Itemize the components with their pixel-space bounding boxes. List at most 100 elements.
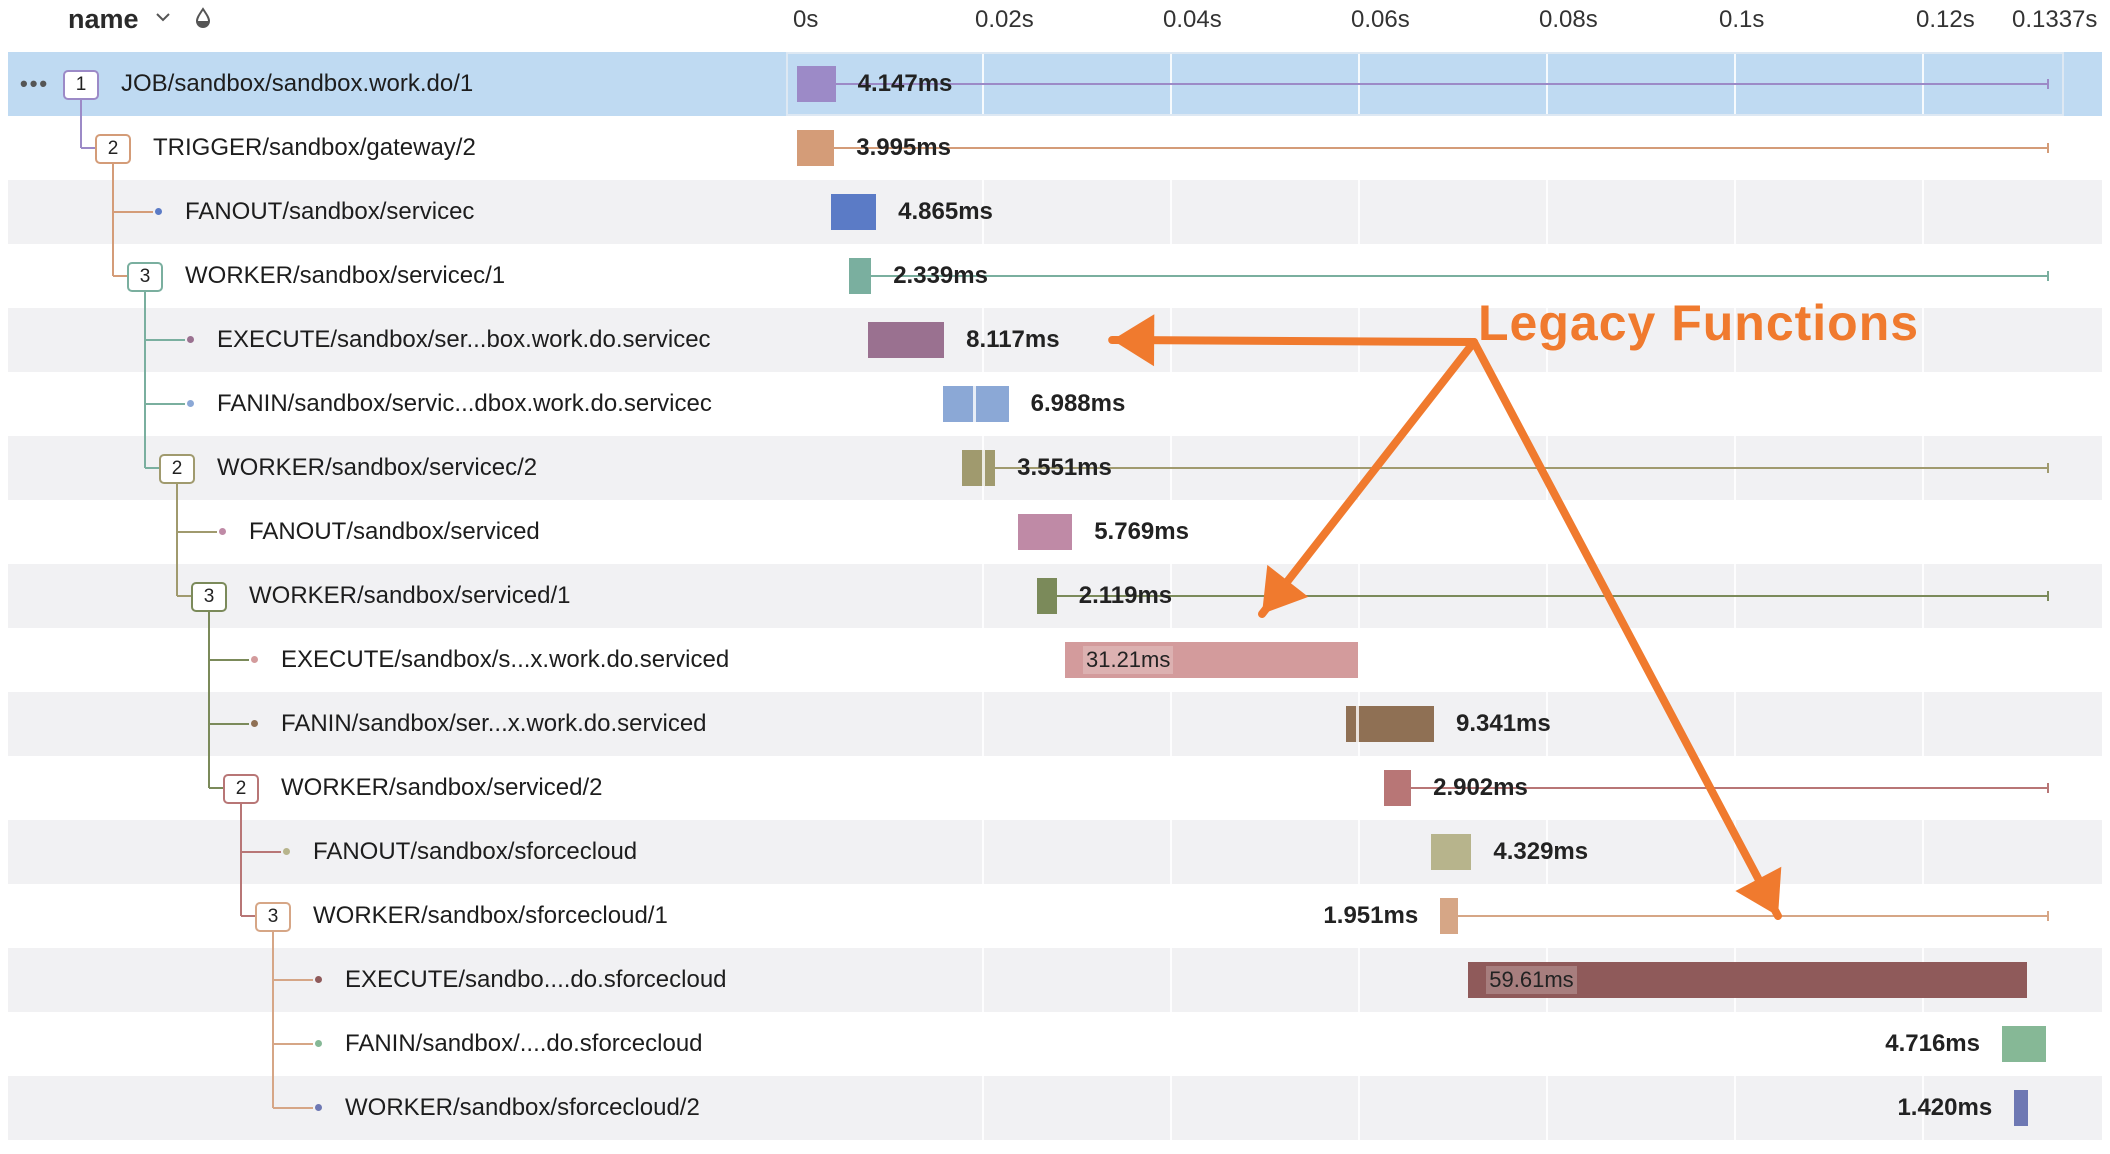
span-duration-label: 4.329ms — [1493, 838, 1589, 865]
span-name[interactable]: JOB/sandbox/sandbox.work.do/1 — [121, 52, 473, 116]
span-duration-label: 31.21ms — [1082, 646, 1174, 674]
span-duration-label: 1.951ms — [1323, 902, 1419, 929]
span-extent-cap — [2047, 591, 2049, 601]
child-count-badge[interactable]: 2 — [159, 454, 195, 484]
span-duration-bar[interactable] — [2001, 1026, 2047, 1062]
span-duration-bar[interactable] — [1346, 706, 1434, 742]
span-duration-bar[interactable] — [1430, 834, 1472, 870]
span-name[interactable]: EXECUTE/sandbox/s...x.work.do.serviced — [281, 628, 729, 692]
span-duration-bar[interactable] — [961, 450, 996, 486]
span-duration-label: 5.769ms — [1094, 518, 1189, 545]
span-name[interactable]: FANOUT/sandbox/serviced — [249, 500, 540, 564]
span-name[interactable]: WORKER/sandbox/servicec/2 — [217, 436, 537, 500]
span-name[interactable]: FANOUT/sandbox/servicec — [185, 180, 474, 244]
span-name[interactable]: WORKER/sandbox/sforcecloud/2 — [345, 1076, 700, 1140]
leaf-dot-icon — [219, 528, 226, 535]
span-extent-line — [1056, 595, 2047, 597]
span-duration-bar[interactable] — [1383, 770, 1412, 806]
span-extent-cap — [2047, 463, 2049, 473]
trace-row[interactable]: FANOUT/sandbox/servicec — [8, 180, 2102, 244]
tree-cell: 2 WORKER/sandbox/serviced/2 — [8, 756, 786, 820]
span-name[interactable]: EXECUTE/sandbo....do.sforcecloud — [345, 948, 727, 1012]
span-duration-label: 8.117ms — [966, 326, 1060, 353]
time-tick-label: 0.1s — [1719, 6, 1765, 33]
time-tick-label: 0.08s — [1539, 6, 1598, 33]
leaf-dot-icon — [315, 1040, 322, 1047]
span-duration-bar[interactable] — [849, 258, 872, 294]
span-duration-bar[interactable] — [1440, 898, 1459, 934]
droplet-icon[interactable] — [192, 6, 214, 30]
span-name[interactable]: TRIGGER/sandbox/gateway/2 — [153, 116, 476, 180]
child-count-badge[interactable]: 2 — [95, 134, 131, 164]
child-count-badge[interactable]: 1 — [63, 70, 99, 100]
span-duration-bar[interactable] — [1036, 578, 1057, 614]
trace-row[interactable]: FANIN/sandbox/ser...x.work.do.serviced — [8, 692, 2102, 756]
chevron-down-icon[interactable] — [152, 6, 174, 28]
span-name[interactable]: WORKER/sandbox/serviced/1 — [249, 564, 570, 628]
annotation-legacy-functions: Legacy Functions — [1478, 295, 1920, 351]
span-duration-label: 6.988ms — [1030, 390, 1126, 417]
tree-cell: FANIN/sandbox/servic...dbox.work.do.serv… — [8, 372, 786, 436]
span-duration-label: 59.61ms — [1486, 966, 1577, 994]
span-duration-label: 1.420ms — [1897, 1094, 1993, 1121]
tree-cell: 2 WORKER/sandbox/servicec/2 — [8, 436, 786, 500]
time-tick-label: 0.1337s — [2012, 6, 2098, 33]
leaf-dot-icon — [315, 1104, 322, 1111]
span-name[interactable]: WORKER/sandbox/serviced/2 — [281, 756, 602, 820]
time-tick-label: 0s — [793, 6, 819, 33]
leaf-dot-icon — [251, 720, 258, 727]
tree-cell: 2 TRIGGER/sandbox/gateway/2 — [8, 116, 786, 180]
tree-cell: FANIN/sandbox/ser...x.work.do.serviced — [8, 692, 786, 756]
span-duration-label: 2.339ms — [893, 262, 988, 289]
span-duration-bar[interactable] — [2014, 1090, 2029, 1126]
span-name[interactable]: FANIN/sandbox/....do.sforcecloud — [345, 1012, 703, 1076]
span-extent-line — [834, 147, 2047, 149]
span-extent-line — [995, 467, 2047, 469]
tree-cell: FANOUT/sandbox/serviced — [8, 500, 786, 564]
span-extent-line — [871, 275, 2047, 277]
timeline-gridline — [1358, 52, 1360, 1144]
span-duration-label: 4.716ms — [1885, 1030, 1980, 1057]
span-duration-label: 9.341ms — [1455, 710, 1551, 737]
leaf-dot-icon — [155, 208, 162, 215]
span-name[interactable]: EXECUTE/sandbox/ser...box.work.do.servic… — [217, 308, 711, 372]
tree-cell: 3 WORKER/sandbox/servicec/1 — [8, 244, 786, 308]
timeline-header: name 0s 0.02s 0.04s 0.06s 0.08s 0.1s 0.12s 0.13… — [0, 0, 2110, 40]
span-duration-bar[interactable] — [796, 130, 835, 166]
trace-row[interactable]: FANOUT/sandbox/sforcecloud — [8, 820, 2102, 884]
child-count-badge[interactable]: 3 — [255, 902, 291, 932]
tree-cell: FANIN/sandbox/....do.sforcecloud — [8, 1012, 786, 1076]
span-duration-label: 2.902ms — [1433, 774, 1528, 801]
span-name[interactable]: WORKER/sandbox/sforcecloud/1 — [313, 884, 668, 948]
span-extent-line — [1458, 915, 2047, 917]
bar-segment-divider — [1355, 706, 1359, 742]
child-count-badge[interactable]: 2 — [223, 774, 259, 804]
tree-cell: FANOUT/sandbox/servicec — [8, 180, 786, 244]
bar-segment-divider — [982, 450, 986, 486]
name-column-header[interactable]: name — [68, 4, 139, 35]
time-tick-label: 0.12s — [1916, 6, 1975, 33]
leaf-dot-icon — [187, 336, 194, 343]
trace-row[interactable]: FANIN/sandbox/....do.sforcecloud — [8, 1012, 2102, 1076]
bar-segment-divider — [973, 386, 977, 422]
time-tick-label: 0.06s — [1351, 6, 1410, 33]
trace-row[interactable]: EXECUTE/sandbox/s...x.work.do.serviced — [8, 628, 2102, 692]
span-name[interactable]: FANOUT/sandbox/sforcecloud — [313, 820, 637, 884]
span-name[interactable]: FANIN/sandbox/servic...dbox.work.do.serv… — [217, 372, 712, 436]
child-count-badge[interactable]: 3 — [127, 262, 163, 292]
leaf-dot-icon — [283, 848, 290, 855]
time-tick-label: 0.02s — [975, 6, 1034, 33]
tree-cell: WORKER/sandbox/sforcecloud/2 — [8, 1076, 786, 1140]
span-name[interactable]: FANIN/sandbox/ser...x.work.do.serviced — [281, 692, 707, 756]
tree-cell: EXECUTE/sandbox/s...x.work.do.serviced — [8, 628, 786, 692]
span-extent-cap — [2047, 911, 2049, 921]
span-duration-bar[interactable] — [868, 322, 945, 358]
span-duration-label: 4.865ms — [898, 198, 993, 225]
more-options-icon[interactable]: ••• — [20, 73, 49, 95]
span-duration-bar[interactable] — [1018, 514, 1073, 550]
span-duration-bar[interactable] — [830, 194, 877, 230]
child-count-badge[interactable]: 3 — [191, 582, 227, 612]
trace-row[interactable]: WORKER/sandbox/sforcecloud/2 — [8, 1076, 2102, 1140]
span-duration-bar[interactable] — [943, 386, 1009, 422]
span-name[interactable]: WORKER/sandbox/servicec/1 — [185, 244, 505, 308]
